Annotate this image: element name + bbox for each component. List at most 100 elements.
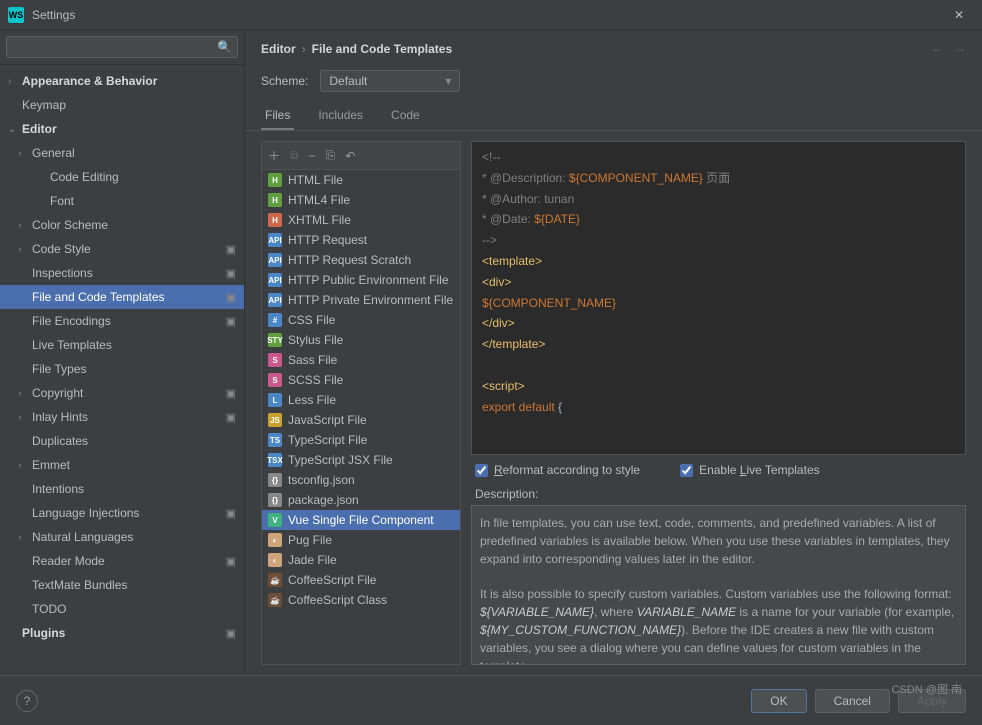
tab[interactable]: Code [387,102,424,130]
file-item[interactable]: ☕CoffeeScript Class [262,590,460,610]
sidebar-item[interactable]: Intentions [0,477,244,501]
scheme-select[interactable]: Default [320,70,460,92]
description-box: In file templates, you can use text, cod… [471,505,966,665]
file-item[interactable]: TSXTypeScript JSX File [262,450,460,470]
gear-icon: ▣ [226,291,236,304]
sidebar-item[interactable]: ›Appearance & Behavior [0,69,244,93]
sidebar-item[interactable]: Plugins▣ [0,621,244,645]
help-button[interactable]: ? [16,690,38,712]
sidebar-item[interactable]: TODO [0,597,244,621]
add-child-icon[interactable]: ⧉ [290,148,299,163]
back-icon[interactable]: ← [931,41,943,55]
sidebar-item[interactable]: Duplicates [0,429,244,453]
file-toolbar: ＋ ⧉ − ⎘ ↶ [262,142,460,170]
cancel-button[interactable]: Cancel [815,689,890,713]
sidebar-item[interactable]: TextMate Bundles [0,573,244,597]
file-icon: S [268,373,282,387]
gear-icon: ▣ [226,411,236,424]
file-item[interactable]: STYStylus File [262,330,460,350]
gear-icon: ▣ [226,243,236,256]
file-item[interactable]: {}tsconfig.json [262,470,460,490]
description-label: Description: [475,487,962,501]
file-item[interactable]: TSTypeScript File [262,430,460,450]
search-icon: 🔍 [217,40,232,54]
file-icon: ☕ [268,573,282,587]
sidebar-item[interactable]: Font [0,189,244,213]
file-item[interactable]: ☕CoffeeScript File [262,570,460,590]
sidebar-item[interactable]: ›Code Style▣ [0,237,244,261]
file-icon: {} [268,473,282,487]
gear-icon: ▣ [226,387,236,400]
tab[interactable]: Files [261,102,294,130]
sidebar-item[interactable]: Keymap [0,93,244,117]
file-icon: H [268,193,282,207]
file-item[interactable]: VVue Single File Component [262,510,460,530]
nav-buttons: ← → [923,41,966,55]
live-templates-checkbox[interactable]: Enable Live Templates [680,463,820,477]
file-item[interactable]: APIHTTP Private Environment File [262,290,460,310]
sidebar-item[interactable]: Language Injections▣ [0,501,244,525]
gear-icon: ▣ [226,627,236,640]
file-icon: {} [268,493,282,507]
sidebar-item[interactable]: Reader Mode▣ [0,549,244,573]
sidebar-item[interactable]: ›Emmet [0,453,244,477]
sidebar: 🔍 ›Appearance & BehaviorKeymap⌄Editor›Ge… [0,30,245,675]
sidebar-item[interactable]: ›Copyright▣ [0,381,244,405]
remove-icon[interactable]: − [309,149,316,163]
sidebar-item[interactable]: ›Color Scheme [0,213,244,237]
sidebar-item[interactable]: Inspections▣ [0,261,244,285]
sidebar-item[interactable]: ›Natural Languages [0,525,244,549]
file-item[interactable]: HHTML4 File [262,190,460,210]
titlebar: WS Settings ✕ [0,0,982,30]
sidebar-item[interactable]: ›Inlay Hints▣ [0,405,244,429]
file-item[interactable]: APIHTTP Request [262,230,460,250]
file-item[interactable]: ◐Pug File [262,530,460,550]
revert-icon[interactable]: ↶ [345,149,355,163]
file-item[interactable]: #CSS File [262,310,460,330]
forward-icon[interactable]: → [954,41,966,55]
file-icon: API [268,273,282,287]
options-row: RReformat according to styleeformat acco… [471,455,966,485]
add-icon[interactable]: ＋ [268,147,280,164]
app-logo: WS [8,7,24,23]
file-item[interactable]: SSass File [262,350,460,370]
template-editor[interactable]: <!-- * @Description: ${COMPONENT_NAME} 页… [471,141,966,455]
file-list: HHTML FileHHTML4 FileHXHTML FileAPIHTTP … [262,170,460,664]
file-item[interactable]: HHTML File [262,170,460,190]
sidebar-item[interactable]: File Encodings▣ [0,309,244,333]
gear-icon: ▣ [226,507,236,520]
file-item[interactable]: APIHTTP Public Environment File [262,270,460,290]
file-icon: V [268,513,282,527]
search-input[interactable] [6,36,238,58]
sidebar-item[interactable]: ›General [0,141,244,165]
file-item[interactable]: JSJavaScript File [262,410,460,430]
settings-tree: ›Appearance & BehaviorKeymap⌄Editor›Gene… [0,65,244,675]
breadcrumb: Editor›File and Code Templates [261,40,452,56]
tab[interactable]: Includes [314,102,367,130]
sidebar-item[interactable]: ⌄Editor [0,117,244,141]
file-item[interactable]: {}package.json [262,490,460,510]
file-item[interactable]: APIHTTP Request Scratch [262,250,460,270]
sidebar-item[interactable]: Code Editing [0,165,244,189]
file-item[interactable]: ◐Jade File [262,550,460,570]
sidebar-item[interactable]: File and Code Templates▣ [0,285,244,309]
sidebar-item[interactable]: File Types [0,357,244,381]
sidebar-item[interactable]: Live Templates [0,333,244,357]
file-icon: ☕ [268,593,282,607]
file-icon: L [268,393,282,407]
file-item[interactable]: SSCSS File [262,370,460,390]
file-icon: TS [268,433,282,447]
file-icon: STY [268,333,282,347]
ok-button[interactable]: OK [751,689,806,713]
file-panel: ＋ ⧉ − ⎘ ↶ HHTML FileHHTML4 FileHXHTML Fi… [261,141,461,665]
gear-icon: ▣ [226,267,236,280]
copy-icon[interactable]: ⎘ [326,148,336,163]
file-icon: TSX [268,453,282,467]
file-item[interactable]: HXHTML File [262,210,460,230]
file-item[interactable]: LLess File [262,390,460,410]
window-title: Settings [32,8,944,22]
file-icon: API [268,253,282,267]
reformat-checkbox[interactable]: RReformat according to styleeformat acco… [475,463,640,477]
close-icon[interactable]: ✕ [944,8,974,22]
apply-button[interactable]: Apply [898,689,966,713]
